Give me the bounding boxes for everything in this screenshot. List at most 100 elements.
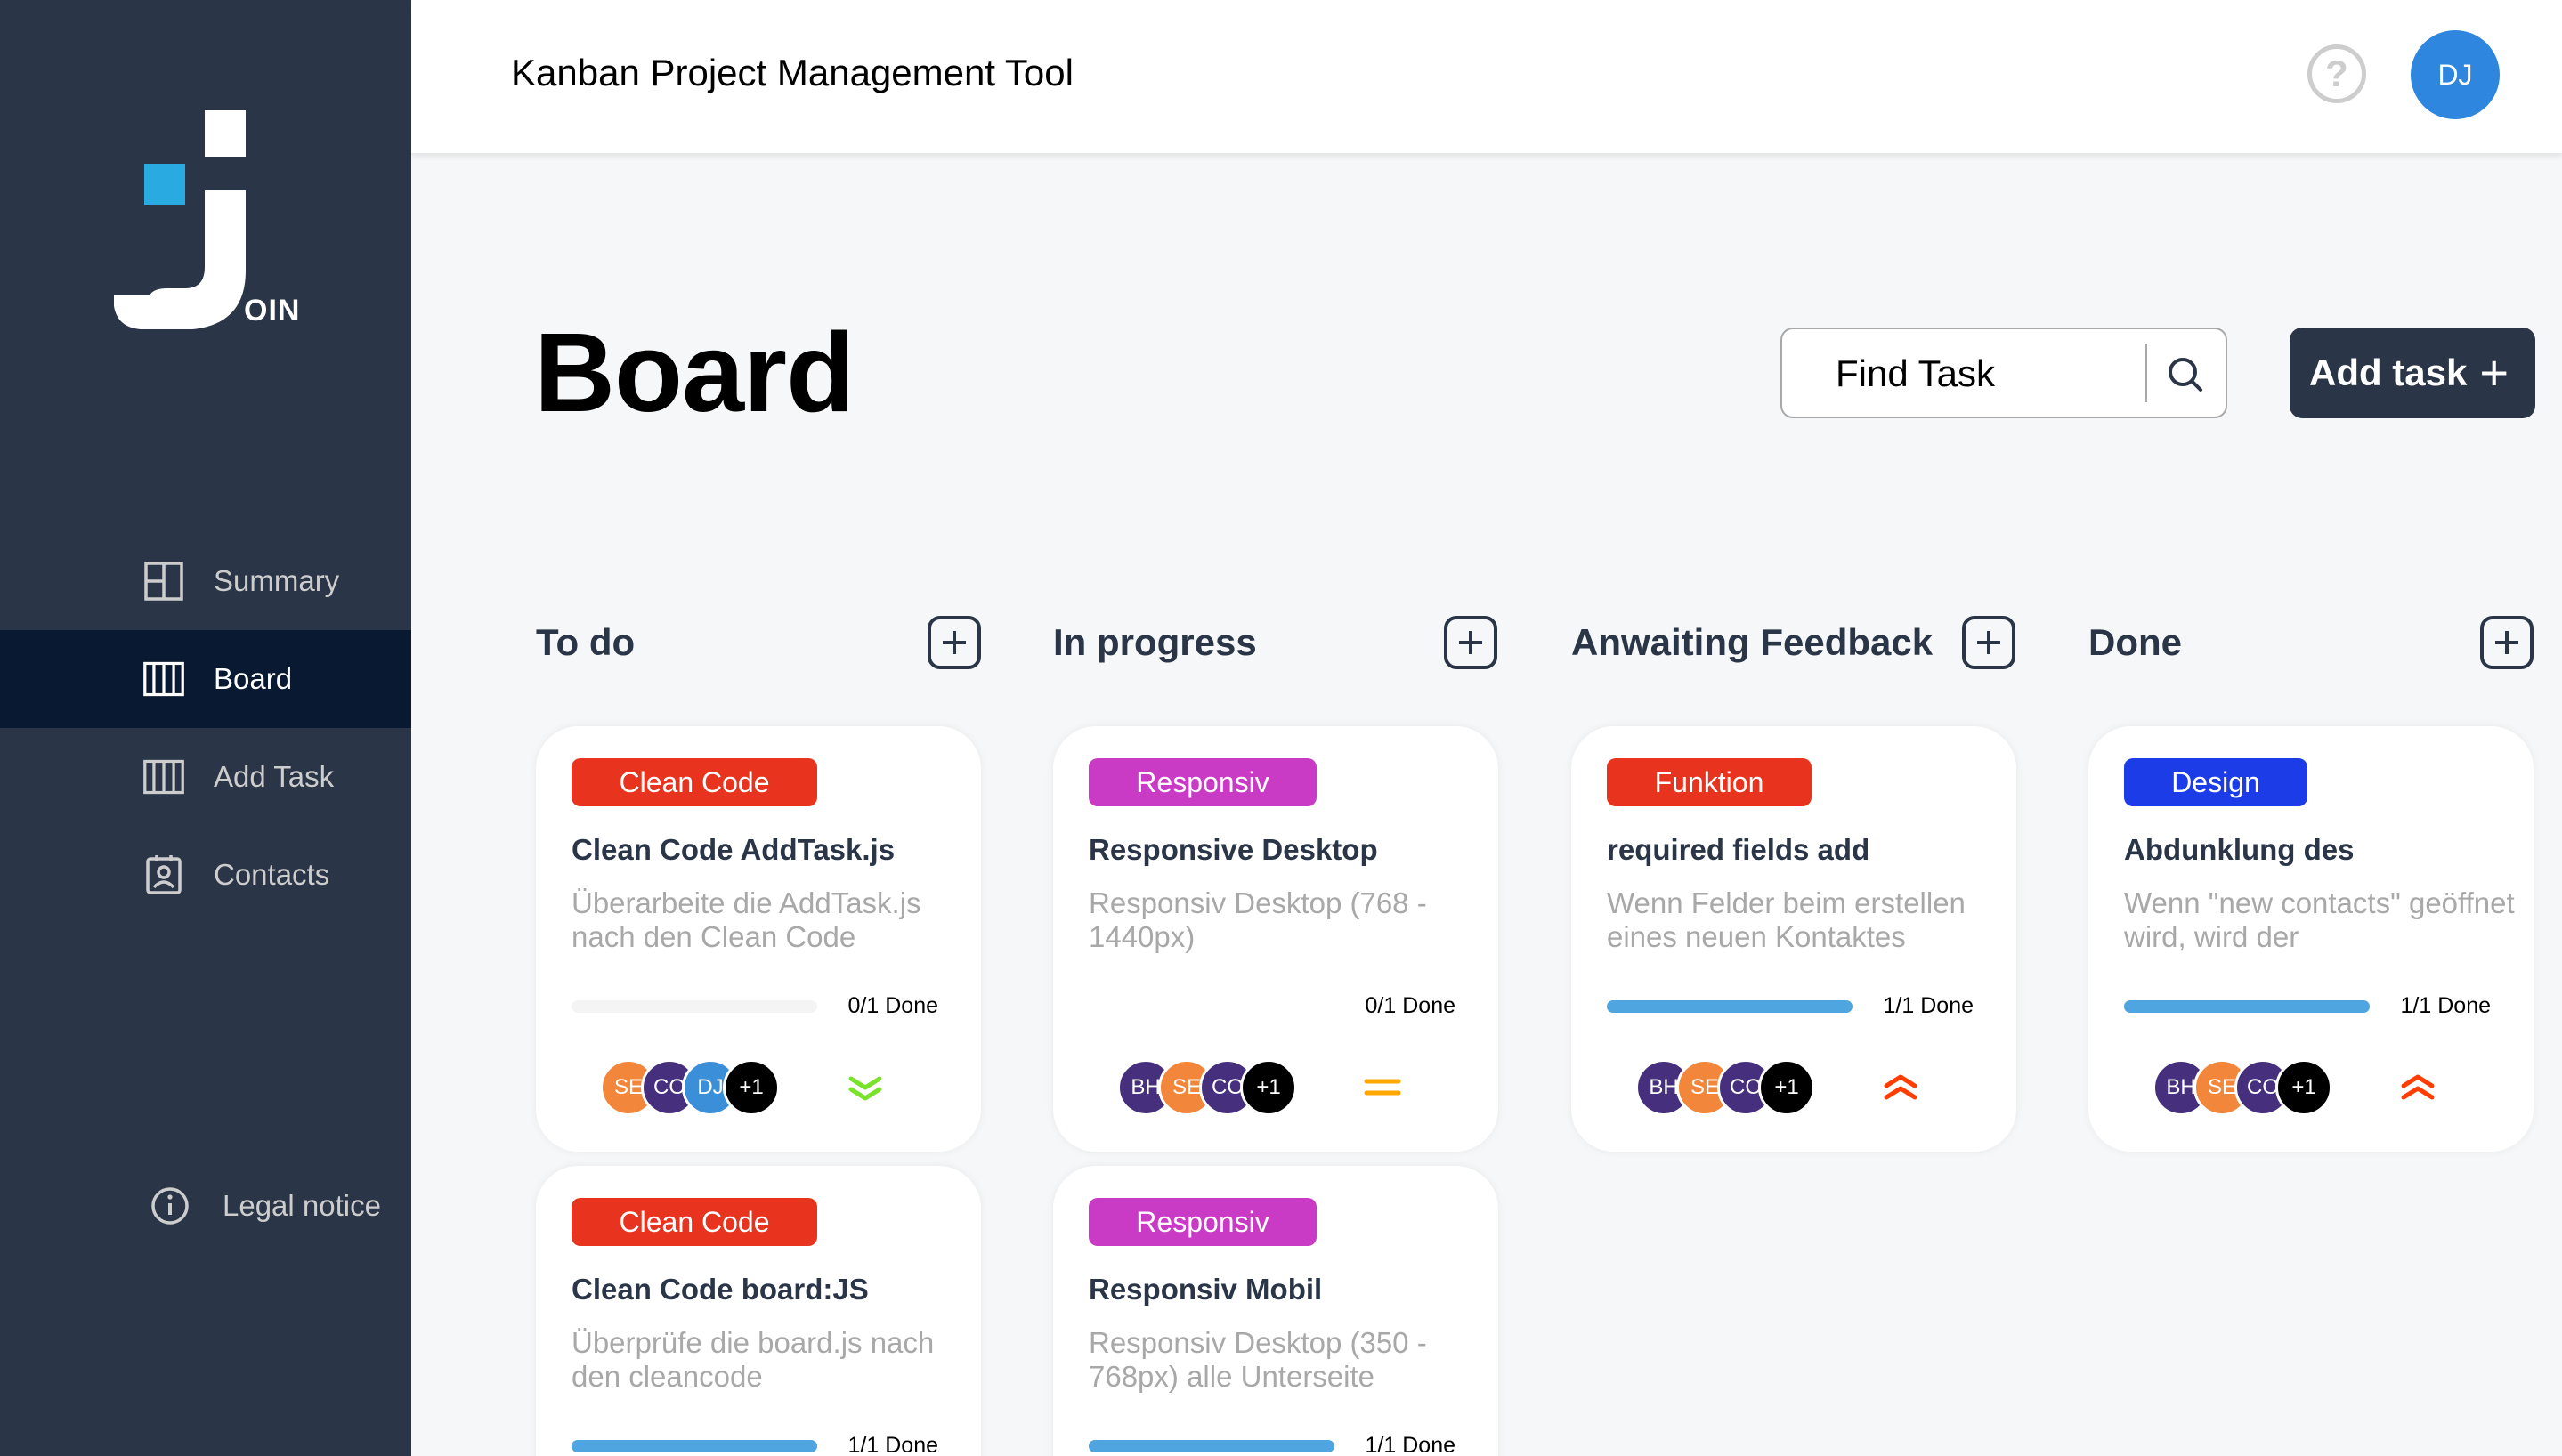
assignee-avatars: SE CO DJ +1 [600,1059,831,1116]
task-card[interactable]: Funktion required fields add Wenn Felder… [1571,726,2016,1152]
info-icon [150,1185,191,1226]
page-title: Board [534,310,855,435]
column-title: Done [2088,621,2182,663]
card-title: Clean Code AddTask.js [572,833,896,866]
progress-bar [572,1440,817,1452]
card-description: Responsiv Desktop (768 - 1440px) [1089,886,1427,953]
search-divider [2145,344,2147,402]
sidebar-item-board[interactable]: Board [0,630,411,728]
card-description: Responsiv Desktop (350 - 768px) alle Unt… [1089,1326,1427,1393]
task-card[interactable]: Clean Code Clean Code board:JS Überprüfe… [536,1166,981,1456]
progress-bar [1607,1000,1853,1013]
column-title: To do [536,621,636,663]
sidebar-item-label: Add Task [214,760,335,793]
column-header-done: Done [2088,614,2182,671]
help-icon[interactable]: ? [2307,44,2366,103]
subtask-count: 1/1 Done [1365,1433,1455,1456]
card-description: Wenn "new contacts" geöffnet wird, wird … [2124,886,2515,953]
summary-icon [142,560,185,603]
logo-text: OIN [244,294,301,328]
progress-bar [1089,1440,1334,1452]
sidebar: OIN Summary Board Add Task Contacts Lega… [0,0,411,1456]
sidebar-item-label: Board [214,662,293,695]
card-description: Überprüfe die board.js nach den cleancod… [572,1326,935,1393]
add-task-icon [142,756,185,798]
join-logo[interactable]: OIN [114,110,299,333]
plus-icon [1459,631,1482,654]
sidebar-item-contacts[interactable]: Contacts [0,826,411,924]
top-header: Kanban Project Management Tool ? DJ [411,0,2562,153]
assignee-avatars: BH SE CO +1 [1635,1059,1867,1116]
avatar: +1 [1240,1059,1297,1116]
add-task-button[interactable]: Add task + [2290,328,2535,418]
category-badge: Clean Code [572,758,817,806]
user-avatar[interactable]: DJ [2411,30,2500,119]
board-icon [142,658,185,700]
sidebar-item-label: Contacts [214,858,330,891]
subtask-count: 0/1 Done [1365,993,1455,1018]
logo-j-shape [114,190,246,329]
add-to-awaiting-feedback-button[interactable] [1962,616,2015,669]
app-title: Kanban Project Management Tool [511,52,1074,93]
legal-notice-label: Legal notice [223,1189,381,1222]
column-header-in-progress: In progress [1053,614,1257,671]
plus-icon [2495,631,2518,654]
category-badge: Funktion [1607,758,1812,806]
card-title: required fields add [1607,833,1870,866]
sidebar-item-summary[interactable]: Summary [0,532,411,630]
avatar: +1 [1758,1059,1815,1116]
add-to-done-button[interactable] [2480,616,2534,669]
priority-low-icon [848,1076,882,1101]
subtask-count: 1/1 Done [847,1433,938,1456]
subtask-count: 1/1 Done [2400,993,2491,1018]
search-icon[interactable] [2163,352,2208,397]
sidebar-item-add-task[interactable]: Add Task [0,728,411,826]
contacts-icon [142,853,185,896]
avatar: +1 [723,1059,780,1116]
subtask-count: 1/1 Done [1883,993,1974,1018]
sidebar-item-legal-notice[interactable]: Legal notice [150,1185,381,1226]
assignee-avatars: BH SE CO +1 [1117,1059,1349,1116]
progress-fill [2124,1000,2370,1013]
priority-medium-icon [1364,1079,1401,1096]
task-card[interactable]: Responsiv Responsiv Mobil Responsiv Desk… [1053,1166,1498,1456]
sidebar-item-label: Summary [214,564,340,597]
card-description: Überarbeite die AddTask.js nach den Clea… [572,886,921,953]
category-badge: Responsiv [1089,758,1317,806]
priority-urgent-icon [2401,1074,2435,1100]
priority-urgent-icon [1884,1074,1917,1100]
progress-fill [1607,1000,1853,1013]
logo-square-white [205,110,246,157]
subtask-count: 0/1 Done [847,993,938,1018]
category-badge: Responsiv [1089,1198,1317,1246]
find-task-search [1780,328,2227,418]
category-badge: Clean Code [572,1198,817,1246]
card-title: Responsive Desktop [1089,833,1378,866]
card-title: Clean Code board:JS [572,1273,869,1306]
card-title: Responsiv Mobil [1089,1273,1323,1306]
task-card[interactable]: Responsiv Responsive Desktop Responsiv D… [1053,726,1498,1152]
add-task-button-label: Add task [2309,352,2468,393]
column-title: In progress [1053,621,1257,663]
category-badge: Design [2124,758,2307,806]
column-header-todo: To do [536,614,635,671]
plus-icon: + [2479,344,2509,400]
column-title: Anwaiting Feedback [1571,621,1934,663]
card-description: Wenn Felder beim erstellen eines neuen K… [1607,886,1966,953]
task-card[interactable]: Clean Code Clean Code AddTask.js Überarb… [536,726,981,1152]
add-to-in-progress-button[interactable] [1444,616,1497,669]
progress-fill [1089,1440,1334,1452]
progress-fill [572,1440,817,1452]
sidebar-nav: Summary Board Add Task Contacts [0,532,411,924]
assignee-avatars: BH SE CO +1 [2153,1059,2384,1116]
add-to-todo-button[interactable] [928,616,981,669]
avatar: +1 [2275,1059,2332,1116]
plus-icon [1977,631,2000,654]
task-card[interactable]: Design Abdunklung des Wenn "new contacts… [2088,726,2534,1152]
progress-bar [2124,1000,2370,1013]
column-header-awaiting-feedback: Anwaiting Feedback [1571,614,1933,671]
plus-icon [943,631,966,654]
card-title: Abdunklung des [2124,833,2355,866]
progress-bar [572,1000,817,1013]
search-input[interactable] [1836,347,2138,400]
